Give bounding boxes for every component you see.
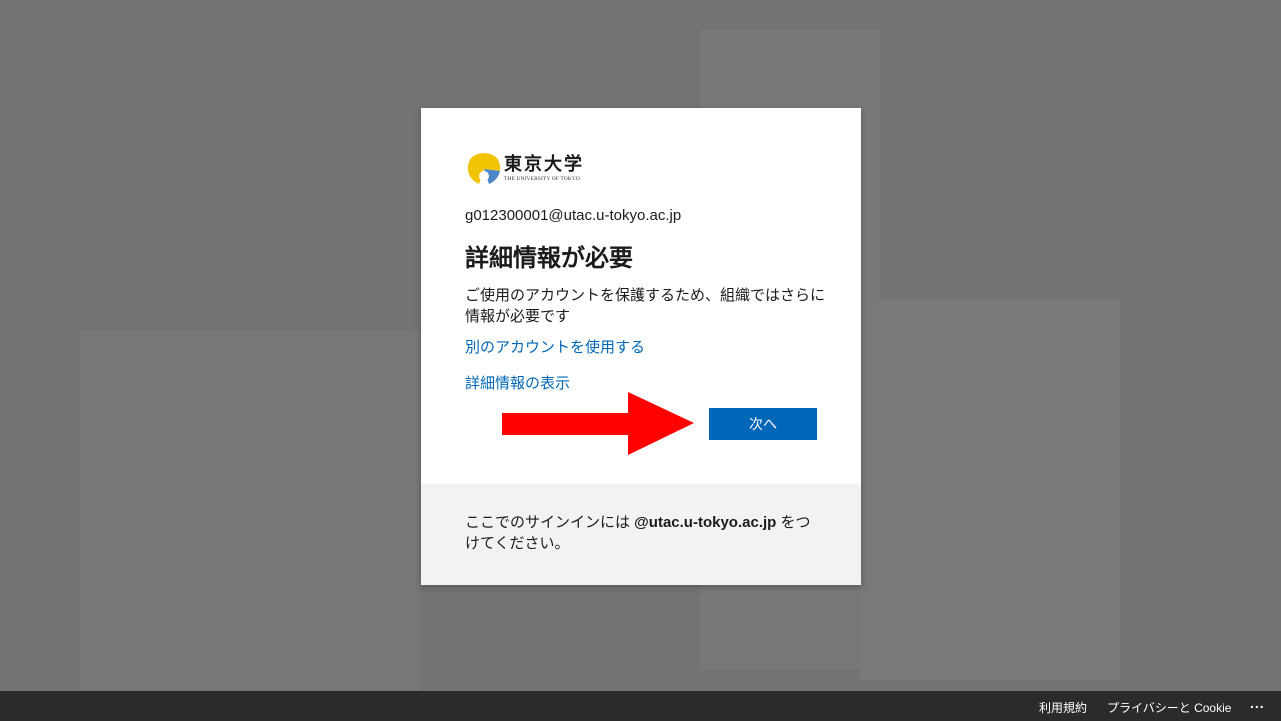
- red-arrow-right-icon: [502, 392, 694, 455]
- signin-card: 東京大学 THE UNIVERSITY OF TOKYO g012300001@…: [421, 108, 861, 585]
- privacy-cookie-link[interactable]: プライバシーと Cookie: [1107, 699, 1231, 716]
- next-button[interactable]: 次へ: [709, 408, 817, 440]
- signin-hint-domain: @utac.u-tokyo.ac.jp: [634, 514, 777, 531]
- ginkgo-leaf-logo-icon: [467, 153, 501, 184]
- signin-card-footer: ここでのサインインには @utac.u-tokyo.ac.jp をつけてください…: [421, 484, 861, 585]
- organization-name-en: THE UNIVERSITY OF TOKYO: [504, 176, 580, 182]
- organization-logo: 東京大学 THE UNIVERSITY OF TOKYO: [467, 152, 584, 186]
- account-email: g012300001@utac.u-tokyo.ac.jp: [465, 207, 682, 224]
- bottom-bar: 利用規約 プライバシーと Cookie ...: [0, 691, 1281, 721]
- page-title: 詳細情報が必要: [465, 245, 633, 272]
- background-building-wing: [860, 300, 1120, 680]
- organization-name: 東京大学 THE UNIVERSITY OF TOKYO: [504, 155, 584, 183]
- signin-hint-prefix: ここでのサインインには: [465, 514, 635, 531]
- use-other-account-link[interactable]: 別のアカウントを使用する: [465, 336, 645, 357]
- terms-of-use-link[interactable]: 利用規約: [1039, 699, 1087, 716]
- dialog-description: ご使用のアカウントを保護するため、組織ではさらに情報が必要です: [465, 287, 826, 325]
- signin-hint: ここでのサインインには @utac.u-tokyo.ac.jp をつけてください…: [465, 512, 825, 554]
- background-building-left: [80, 330, 420, 690]
- more-information-link[interactable]: 詳細情報の表示: [465, 372, 570, 393]
- ellipsis-icon[interactable]: ...: [1250, 695, 1265, 711]
- organization-name-jp: 東京大学: [504, 154, 584, 175]
